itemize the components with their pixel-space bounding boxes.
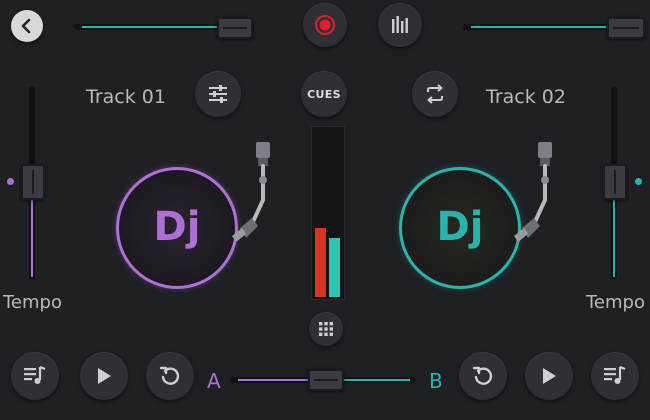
deck-b-tempo-slider[interactable] [600,86,630,280]
playlist-music-icon [603,365,627,387]
deck-b-library-button[interactable] [591,352,639,400]
cues-button[interactable]: CUES [301,71,347,117]
restart-icon [472,365,494,387]
record-button[interactable] [303,3,347,47]
deck-a-tempo-slider[interactable] [18,86,48,280]
deck-a-settings-button[interactable] [195,71,241,117]
deck-a-tempo-label: Tempo [3,292,62,313]
deck-a-reset-button[interactable] [146,352,194,400]
sliders-icon [207,84,229,104]
back-button[interactable] [11,10,43,42]
deck-a-tempo-center-dot [7,178,14,185]
deck-b-tempo-label: Tempo [586,292,645,313]
equalizer-button[interactable] [378,3,422,47]
vu-meter-left-bar [315,228,326,297]
deck-a-library-button[interactable] [11,352,59,400]
deck-a-volume-fill [82,26,217,28]
restart-icon [159,365,181,387]
vu-meter-right-bar [329,238,340,297]
equalizer-bars-icon [389,15,411,35]
deck-b-volume-handle[interactable] [607,17,645,39]
deck-b-tempo-center-dot [635,178,642,185]
crossfader-left-fill [238,379,312,381]
crossfader-a-label: A [207,369,221,393]
vu-meter [311,126,345,300]
deck-a-volume-handle[interactable] [217,17,253,39]
crossfader-b-label: B [429,369,443,393]
deck-b-sync-button[interactable] [412,71,458,117]
crossfader[interactable] [230,367,416,393]
play-icon [540,366,558,386]
record-icon [314,14,336,36]
deck-a-tempo-fill [31,197,33,277]
deck-b-reset-button[interactable] [459,352,507,400]
crossfader-right-fill [342,379,410,381]
cues-label: CUES [307,87,341,101]
chevron-left-icon [19,18,35,34]
deck-b-volume-fader[interactable] [463,15,645,39]
deck-a-tonearm[interactable] [218,140,278,250]
deck-a-volume-fader[interactable] [74,15,254,39]
deck-a-tempo-handle[interactable] [21,164,45,200]
crossfader-handle[interactable] [308,369,344,391]
deck-b-tempo-handle[interactable] [603,164,627,200]
deck-a-track-label: Track 01 [86,86,166,108]
playlist-music-icon [23,365,47,387]
deck-b-tonearm[interactable] [500,140,560,250]
deck-b-track-label: Track 02 [486,86,566,108]
deck-a-play-button[interactable] [80,352,128,400]
play-icon [95,366,113,386]
deck-b-play-button[interactable] [525,352,573,400]
grid-icon [318,321,334,337]
grid-button[interactable] [309,312,343,346]
swap-arrows-icon [424,83,446,105]
deck-b-tempo-fill [613,197,615,277]
deck-b-volume-fill [471,26,606,28]
